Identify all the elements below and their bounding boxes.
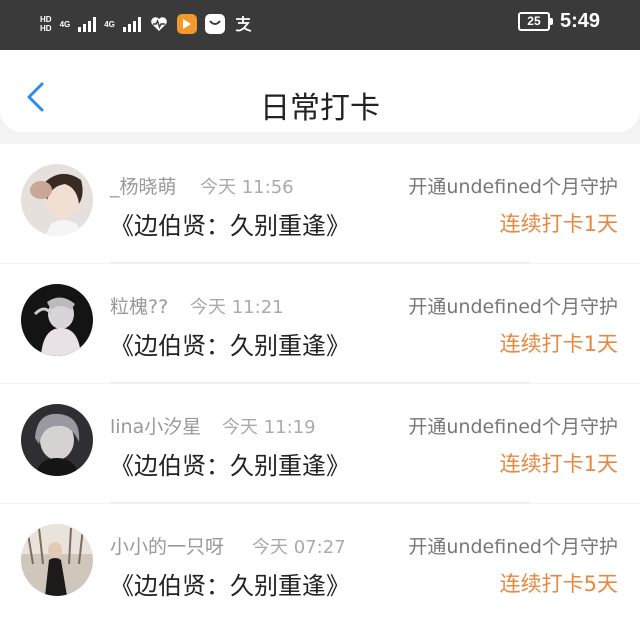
book-title[interactable]: 《边伯贤：久别重逢》	[110, 206, 350, 241]
streak-label: 连续打卡1天	[499, 452, 618, 476]
book-title[interactable]: 《边伯贤：久别重逢》	[110, 326, 350, 361]
streak-label: 连续打卡1天	[499, 332, 618, 356]
list-item[interactable]: lina小汐星 今天 11:19 开通undefined个月守护 《边伯贤：久别…	[0, 384, 640, 503]
user-name: lina小汐星	[110, 416, 202, 438]
guard-label: 开通undefined个月守护	[408, 416, 618, 438]
clock: 5:49	[559, 10, 600, 32]
streak-label: 连续打卡1天	[499, 212, 618, 236]
avatar[interactable]	[21, 524, 93, 596]
divider	[110, 502, 530, 503]
bag-icon	[204, 14, 225, 34]
guard-label: 开通undefined个月守护	[408, 536, 618, 558]
user-name: 粒槐??	[110, 296, 169, 318]
network-type-1: 4G	[59, 19, 71, 29]
checkin-time: 今天 11:19	[222, 417, 316, 438]
network-type-2: 4G	[104, 19, 115, 29]
divider	[110, 262, 530, 263]
hd-label-1: HD	[40, 15, 52, 24]
nav-bar: 日常打卡	[0, 50, 640, 132]
checkin-time: 今天 11:56	[200, 177, 294, 198]
heart-pulse-icon	[149, 14, 169, 34]
page-title: 日常打卡	[260, 91, 380, 126]
signal-bars-1-icon	[78, 16, 97, 32]
status-left: HD HD 4G 4G	[40, 14, 253, 34]
book-title[interactable]: 《边伯贤：久别重逢》	[110, 566, 350, 601]
avatar[interactable]	[21, 404, 93, 476]
status-bar: HD HD 4G 4G 25 5:49	[0, 0, 640, 50]
battery-icon: 25	[517, 12, 553, 31]
checkin-time: 今天 11:21	[190, 297, 284, 318]
divider	[110, 382, 530, 383]
list-item[interactable]: 粒槐?? 今天 11:21 开通undefined个月守护 《边伯贤：久别重逢》…	[0, 264, 640, 383]
avatar[interactable]	[21, 284, 93, 356]
alipay-icon	[233, 14, 253, 34]
hd-indicator: HD HD	[40, 15, 52, 33]
status-right: 25 5:49	[517, 10, 600, 33]
streak-label: 连续打卡5天	[499, 572, 618, 596]
guard-label: 开通undefined个月守护	[408, 176, 618, 198]
list-item[interactable]: 小小的一只呀 今天 07:27 开通undefined个月守护 《边伯贤：久别重…	[0, 504, 640, 623]
book-title[interactable]: 《边伯贤：久别重逢》	[110, 446, 350, 481]
user-name: 小小的一只呀	[110, 536, 225, 558]
list-item[interactable]: _杨晓萌 今天 11:56 开通undefined个月守护 《边伯贤：久别重逢》…	[0, 144, 640, 263]
avatar[interactable]	[21, 164, 93, 236]
guard-label: 开通undefined个月守护	[408, 296, 618, 318]
checkin-time: 今天 07:27	[252, 537, 346, 558]
user-name: _杨晓萌	[110, 176, 177, 198]
hd-label-2: HD	[40, 24, 52, 33]
signal-bars-2-icon	[122, 16, 141, 32]
video-play-icon	[176, 14, 197, 34]
